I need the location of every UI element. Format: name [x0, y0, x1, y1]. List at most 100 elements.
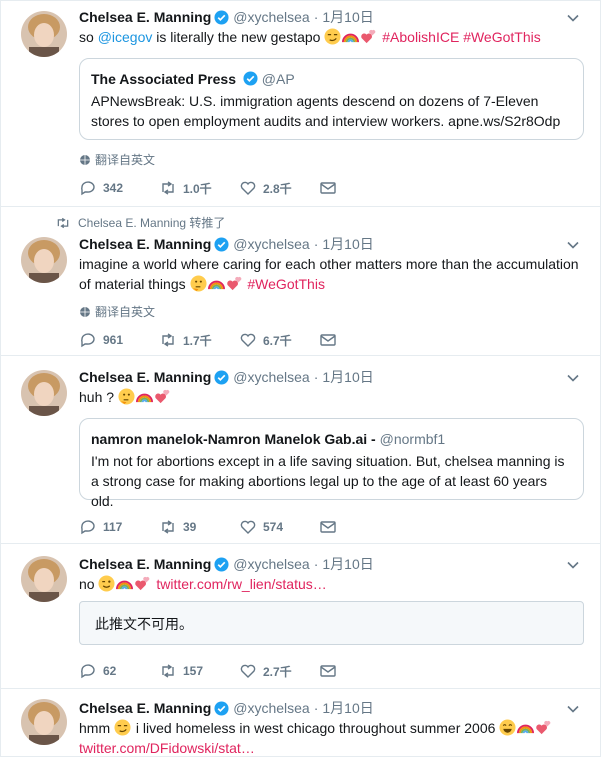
avatar[interactable] — [21, 11, 67, 57]
tweet-time[interactable]: 1月10日 — [322, 698, 373, 718]
retweet-icon — [162, 664, 174, 678]
globe-icon — [80, 306, 90, 317]
direct-message-button[interactable] — [319, 662, 399, 680]
quoted-author-name: The Associated Press — [91, 71, 236, 87]
quoted-author-name: namron manelok-Namron Manelok Gab.ai - — [91, 431, 376, 447]
tweet-text: hmm i lived homeless in west chicago thr… — [79, 718, 584, 756]
tweet-time[interactable]: 1月10日 — [322, 7, 373, 27]
author-name[interactable]: Chelsea E. Manning — [79, 369, 211, 385]
tweet-actions: 342 1.0千 2.8千 — [79, 178, 399, 198]
author-name[interactable]: Chelsea E. Manning — [79, 700, 211, 716]
like-button[interactable]: 574 — [239, 518, 319, 536]
translate-label: 翻译自英文 — [95, 305, 156, 319]
timeline: Chelsea E. Manning @xychelsea · 1月10日 so… — [0, 0, 601, 757]
translate-link[interactable]: 翻译自英文 — [79, 303, 155, 320]
grinning-emoji — [499, 719, 516, 736]
reply-count: 62 — [103, 664, 117, 678]
separator-dot: · — [313, 556, 319, 572]
retweet-icon — [57, 217, 69, 228]
verified-icon — [214, 236, 229, 252]
like-count: 2.7千 — [263, 664, 292, 679]
quoted-author: The Associated Press @AP — [91, 69, 572, 89]
text-segment: so — [79, 29, 98, 45]
envelope-icon — [320, 521, 336, 533]
tweet-text: huh ? — [79, 387, 584, 407]
text-segment: is literally the new gestapo — [152, 29, 325, 45]
quoted-author-handle: @AP — [261, 71, 295, 87]
tweet[interactable]: Chelsea E. Manning @xychelsea · 1月10日 so… — [1, 1, 600, 207]
avatar[interactable] — [21, 556, 67, 602]
retweet-button[interactable]: 1.7千 — [159, 331, 239, 349]
chevron-down-icon[interactable] — [566, 238, 580, 252]
like-button[interactable]: 2.8千 — [239, 179, 319, 197]
tweet-time[interactable]: 1月10日 — [322, 367, 373, 387]
reply-button[interactable]: 342 — [79, 179, 159, 197]
reply-button[interactable]: 62 — [79, 662, 159, 680]
author-name[interactable]: Chelsea E. Manning — [79, 236, 211, 252]
tweet-time[interactable]: 1月10日 — [322, 554, 373, 574]
retweet-icon — [162, 333, 174, 347]
quoted-author: namron manelok-Namron Manelok Gab.ai - @… — [91, 429, 572, 449]
reply-count: 961 — [103, 333, 124, 347]
retweet-context[interactable]: Chelsea E. Manning 转推了 — [56, 214, 225, 231]
tweet[interactable]: Chelsea E. Manning @xychelsea · 1月10日 hm… — [1, 689, 600, 756]
author-name[interactable]: Chelsea E. Manning — [79, 9, 211, 25]
separator-dot: · — [313, 236, 319, 252]
envelope-icon — [320, 182, 336, 194]
tweet[interactable]: Chelsea E. Manning @xychelsea · 1月10日 hu… — [1, 356, 600, 544]
hashtag-link[interactable]: #WeGotThis — [463, 29, 541, 45]
tweet[interactable]: Chelsea E. Manning @xychelsea · 1月10日 no… — [1, 544, 600, 689]
chevron-down-icon[interactable] — [566, 371, 580, 385]
quoted-tweet[interactable]: namron manelok-Namron Manelok Gab.ai - @… — [79, 418, 584, 509]
mention-link[interactable]: @icegov — [98, 29, 153, 45]
retweet-button[interactable]: 39 — [159, 518, 239, 536]
smirk-emoji — [114, 719, 131, 736]
two-hearts-emoji — [135, 576, 150, 591]
avatar[interactable] — [21, 237, 67, 283]
chevron-down-icon[interactable] — [566, 11, 580, 25]
reply-button[interactable]: 117 — [79, 518, 159, 536]
text-segment: i lived homeless in west chicago through… — [132, 720, 500, 736]
author-handle[interactable]: @xychelsea — [233, 700, 309, 716]
retweet-context-label: Chelsea E. Manning 转推了 — [78, 216, 226, 230]
separator-dot: · — [313, 700, 319, 716]
reply-icon — [81, 181, 95, 196]
quoted-tweet[interactable]: The Associated Press @AP APNewsBreak: U.… — [79, 58, 584, 140]
text-segment: no — [79, 576, 99, 592]
direct-message-button[interactable] — [319, 179, 399, 197]
two-hearts-emoji — [536, 720, 551, 735]
hashtag-link[interactable]: #AbolishICE — [382, 29, 459, 45]
like-button[interactable]: 6.7千 — [239, 331, 319, 349]
retweet-button[interactable]: 157 — [159, 662, 239, 680]
heart-icon — [240, 664, 256, 678]
text-segment: hmm — [79, 720, 114, 736]
retweet-count: 39 — [183, 520, 197, 534]
reply-button[interactable]: 961 — [79, 331, 159, 349]
avatar[interactable] — [21, 370, 67, 416]
retweet-button[interactable]: 1.0千 — [159, 179, 239, 197]
direct-message-button[interactable] — [319, 518, 399, 536]
reply-icon — [81, 333, 95, 348]
hashtag-link[interactable]: #WeGotThis — [247, 276, 325, 292]
author-name[interactable]: Chelsea E. Manning — [79, 556, 211, 572]
author-handle[interactable]: @xychelsea — [233, 556, 309, 572]
like-button[interactable]: 2.7千 — [239, 662, 319, 680]
author-handle[interactable]: @xychelsea — [233, 369, 309, 385]
chevron-down-icon[interactable] — [566, 702, 580, 716]
verified-icon — [214, 556, 229, 572]
tweet[interactable]: Chelsea E. Manning 转推了 Chelsea E. Mannin… — [1, 207, 600, 356]
tweet-link[interactable]: twitter.com/DFidowski/stat… — [79, 740, 255, 756]
author-handle[interactable]: @xychelsea — [233, 236, 309, 252]
author-handle[interactable]: @xychelsea — [233, 9, 309, 25]
reply-icon — [81, 664, 95, 679]
chevron-down-icon[interactable] — [566, 558, 580, 572]
tweet-link[interactable]: twitter.com/rw_lien/status… — [156, 576, 326, 592]
rainbow-emoji — [517, 724, 535, 734]
like-count: 6.7千 — [263, 333, 292, 348]
tweet-actions: 961 1.7千 6.7千 — [79, 330, 399, 350]
avatar[interactable] — [21, 699, 67, 745]
quoted-text: I'm not for abortions except in a life s… — [91, 453, 565, 509]
translate-link[interactable]: 翻译自英文 — [79, 151, 155, 168]
tweet-time[interactable]: 1月10日 — [322, 234, 373, 254]
direct-message-button[interactable] — [319, 331, 399, 349]
